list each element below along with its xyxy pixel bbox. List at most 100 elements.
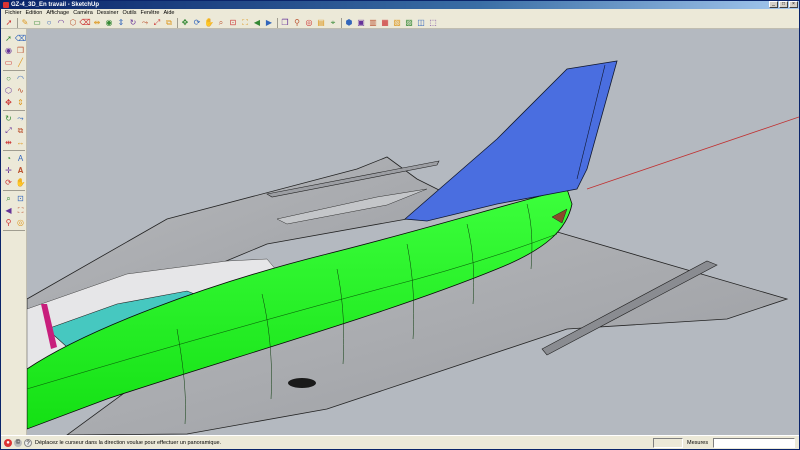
- window-title: GZ-4_3D_En travail - SketchUp: [11, 2, 100, 8]
- paint-bucket-icon[interactable]: ◉: [104, 18, 114, 28]
- circle-icon[interactable]: ○: [3, 73, 14, 84]
- toolbar-separator: [3, 150, 25, 151]
- 3d-text-icon[interactable]: 𝐀: [15, 165, 26, 176]
- credits-icon[interactable]: ©: [14, 439, 22, 447]
- minimize-button[interactable]: _: [769, 1, 778, 8]
- sketchup-window: GZ-4_3D_En travail - SketchUp _ □ × Fich…: [0, 0, 800, 450]
- pan-icon[interactable]: ✋: [204, 18, 214, 28]
- next-view-icon[interactable]: ▶: [264, 18, 274, 28]
- eraser-icon[interactable]: ⌫: [15, 33, 26, 44]
- zoom-window-icon[interactable]: ⊡: [228, 18, 238, 28]
- freehand-icon[interactable]: ∿: [15, 85, 26, 96]
- orbit-icon[interactable]: ⟳: [3, 177, 14, 188]
- zoom-extents-icon[interactable]: ⛶: [240, 18, 250, 28]
- component-icon[interactable]: ❒: [280, 18, 290, 28]
- app-logo-icon: [3, 2, 9, 8]
- offset-icon[interactable]: ⧉: [15, 125, 26, 136]
- measurements-field[interactable]: [713, 438, 795, 448]
- iso-view-icon[interactable]: ⬢: [344, 18, 354, 28]
- menu-dessiner[interactable]: Dessiner: [95, 9, 121, 17]
- menu-bar: Fichier Edition Affichage Caméra Dessine…: [1, 9, 799, 17]
- orbit-icon[interactable]: ⟳: [192, 18, 202, 28]
- toolbar-separator: [341, 18, 342, 28]
- measurements-label: Mesures: [687, 440, 709, 446]
- section-plane-icon[interactable]: ▤: [316, 18, 326, 28]
- left-view-icon[interactable]: ▨: [404, 18, 414, 28]
- scale-icon[interactable]: ⤢: [3, 125, 14, 136]
- toolbar-separator: [277, 18, 278, 28]
- tape-measure-icon[interactable]: ⇹: [92, 18, 102, 28]
- status-box: [653, 438, 683, 448]
- push-pull-icon[interactable]: ⇕: [116, 18, 126, 28]
- push-pull-icon[interactable]: ⇕: [15, 97, 26, 108]
- offset-icon[interactable]: ⧉: [164, 18, 174, 28]
- move-icon[interactable]: ✥: [3, 97, 14, 108]
- walk-icon[interactable]: ⚲: [3, 217, 14, 228]
- menu-edition[interactable]: Edition: [24, 9, 45, 17]
- wireframe-icon[interactable]: ⬚: [428, 18, 438, 28]
- top-view-icon[interactable]: ▣: [356, 18, 366, 28]
- menu-fenetre[interactable]: Fenêtre: [139, 9, 162, 17]
- status-bar: ● © ? Déplacez le curseur dans la direct…: [1, 435, 799, 449]
- select-arrow-icon[interactable]: ➚: [4, 18, 14, 28]
- geo-location-icon[interactable]: ●: [4, 439, 12, 447]
- right-view-icon[interactable]: ▦: [380, 18, 390, 28]
- rectangle-icon[interactable]: ▭: [3, 57, 14, 68]
- xray-icon[interactable]: ◫: [416, 18, 426, 28]
- zoom-extents-icon[interactable]: ⛶: [15, 205, 26, 216]
- previous-view-icon[interactable]: ◀: [252, 18, 262, 28]
- 3d-viewport[interactable]: [27, 29, 799, 435]
- position-camera-icon[interactable]: ⌖: [328, 18, 338, 28]
- follow-me-icon[interactable]: ⤳: [140, 18, 150, 28]
- menu-affichage[interactable]: Affichage: [44, 9, 71, 17]
- previous-view-icon[interactable]: ◀: [3, 205, 14, 216]
- toolbar-separator: [177, 18, 178, 28]
- menu-outils[interactable]: Outils: [120, 9, 138, 17]
- line-icon[interactable]: ╱: [15, 57, 26, 68]
- toolbar-separator: [3, 110, 25, 111]
- walk-icon[interactable]: ⚲: [292, 18, 302, 28]
- toolbar-separator: [3, 190, 25, 191]
- title-bar[interactable]: GZ-4_3D_En travail - SketchUp _ □ ×: [1, 1, 799, 9]
- menu-camera[interactable]: Caméra: [71, 9, 95, 17]
- dimension-icon[interactable]: ↔: [15, 137, 26, 148]
- move-icon[interactable]: ✥: [180, 18, 190, 28]
- circle-icon[interactable]: ○: [44, 18, 54, 28]
- polygon-icon[interactable]: ⬡: [68, 18, 78, 28]
- look-around-icon[interactable]: ◎: [15, 217, 26, 228]
- arc-icon[interactable]: ◠: [15, 73, 26, 84]
- axes-icon[interactable]: ✛: [3, 165, 14, 176]
- zoom-icon[interactable]: ⌕: [3, 193, 14, 204]
- close-button[interactable]: ×: [789, 1, 798, 8]
- help-icon[interactable]: ?: [24, 439, 32, 447]
- follow-me-icon[interactable]: ⤳: [15, 113, 26, 124]
- pan-icon[interactable]: ✋: [15, 177, 26, 188]
- select-arrow-icon[interactable]: ➚: [3, 33, 14, 44]
- zoom-window-icon[interactable]: ⊡: [15, 193, 26, 204]
- front-view-icon[interactable]: ▥: [368, 18, 378, 28]
- component-icon[interactable]: ❒: [15, 45, 26, 56]
- text-icon[interactable]: A: [15, 153, 26, 164]
- red-axis-line: [586, 116, 799, 190]
- rotate-icon[interactable]: ↻: [128, 18, 138, 28]
- back-view-icon[interactable]: ▧: [392, 18, 402, 28]
- status-message: Déplacez le curseur dans la direction vo…: [35, 440, 222, 446]
- protractor-icon[interactable]: ◔: [3, 153, 14, 164]
- pencil-icon[interactable]: ✎: [20, 18, 30, 28]
- maximize-button[interactable]: □: [779, 1, 788, 8]
- rectangle-icon[interactable]: ▭: [32, 18, 42, 28]
- polygon-icon[interactable]: ⬡: [3, 85, 14, 96]
- rotate-icon[interactable]: ↻: [3, 113, 14, 124]
- zoom-icon[interactable]: ⌕: [216, 18, 226, 28]
- menu-fichier[interactable]: Fichier: [3, 9, 24, 17]
- tape-measure-icon[interactable]: ⇹: [3, 137, 14, 148]
- toolbar-separator: [17, 18, 18, 28]
- arc-icon[interactable]: ◠: [56, 18, 66, 28]
- menu-aide[interactable]: Aide: [161, 9, 176, 17]
- eraser-icon[interactable]: ⌫: [79, 18, 90, 28]
- model-canvas[interactable]: [27, 29, 799, 435]
- window-controls: _ □ ×: [769, 1, 798, 8]
- paint-bucket-icon[interactable]: ◉: [3, 45, 14, 56]
- look-around-icon[interactable]: ◎: [304, 18, 314, 28]
- scale-icon[interactable]: ⤢: [152, 18, 162, 28]
